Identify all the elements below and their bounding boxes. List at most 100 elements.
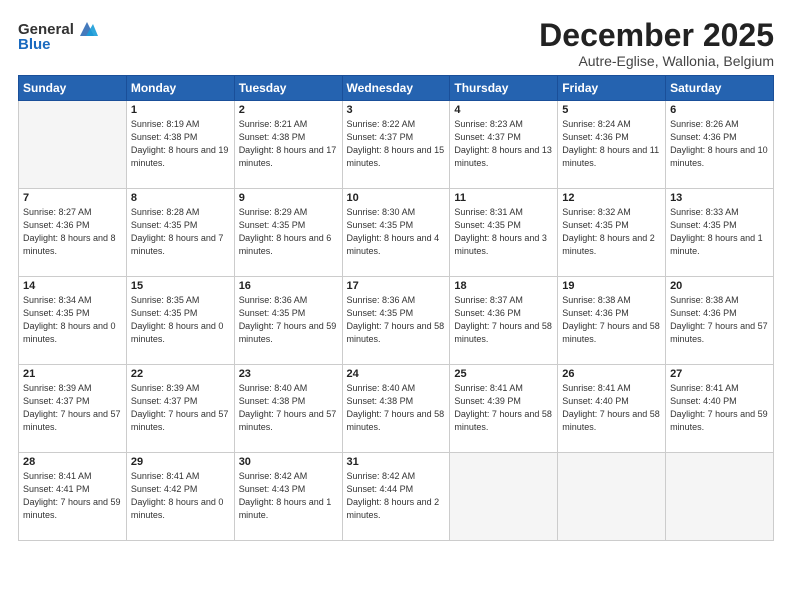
- day-number: 23: [239, 368, 338, 380]
- calendar-cell: 13 Sunrise: 8:33 AMSunset: 4:35 PMDayligh…: [666, 189, 774, 277]
- day-info: Sunrise: 8:42 AMSunset: 4:43 PMDaylight:…: [239, 470, 338, 522]
- day-info: Sunrise: 8:39 AMSunset: 4:37 PMDaylight:…: [131, 382, 230, 434]
- day-info: Sunrise: 8:40 AMSunset: 4:38 PMDaylight:…: [347, 382, 446, 434]
- title-block: December 2025 Autre-Eglise, Wallonia, Be…: [539, 18, 774, 69]
- calendar-cell: 23 Sunrise: 8:40 AMSunset: 4:38 PMDayligh…: [234, 365, 342, 453]
- col-wednesday: Wednesday: [342, 76, 450, 101]
- day-number: 29: [131, 456, 230, 468]
- page: General Blue December 2025 Autre-Eglise,…: [0, 0, 792, 612]
- day-number: 5: [562, 104, 661, 116]
- day-number: 26: [562, 368, 661, 380]
- day-info: Sunrise: 8:30 AMSunset: 4:35 PMDaylight:…: [347, 206, 446, 258]
- day-number: 10: [347, 192, 446, 204]
- day-number: 12: [562, 192, 661, 204]
- day-number: 3: [347, 104, 446, 116]
- col-saturday: Saturday: [666, 76, 774, 101]
- day-number: 9: [239, 192, 338, 204]
- day-number: 1: [131, 104, 230, 116]
- col-friday: Friday: [558, 76, 666, 101]
- calendar-cell: [19, 101, 127, 189]
- week-row-1: 1Sunrise: 8:19 AMSunset: 4:38 PMDaylight…: [19, 101, 774, 189]
- day-info: Sunrise: 8:23 AMSunset: 4:37 PMDaylight:…: [454, 118, 553, 170]
- calendar-cell: 28Sunrise: 8:41 AMSunset: 4:41 PMDayligh…: [19, 453, 127, 541]
- week-row-2: 7 Sunrise: 8:27 AMSunset: 4:36 PMDaylight…: [19, 189, 774, 277]
- day-number: 13: [670, 192, 769, 204]
- day-number: 4: [454, 104, 553, 116]
- day-info: Sunrise: 8:26 AMSunset: 4:36 PMDaylight:…: [670, 118, 769, 170]
- calendar-cell: 4 Sunrise: 8:23 AMSunset: 4:37 PMDaylight…: [450, 101, 558, 189]
- day-number: 17: [347, 280, 446, 292]
- week-row-3: 14 Sunrise: 8:34 AMSunset: 4:35 PMDayligh…: [19, 277, 774, 365]
- calendar-cell: 9 Sunrise: 8:29 AMSunset: 4:35 PMDaylight…: [234, 189, 342, 277]
- day-number: 22: [131, 368, 230, 380]
- day-number: 16: [239, 280, 338, 292]
- day-info: Sunrise: 8:39 AMSunset: 4:37 PMDaylight:…: [23, 382, 122, 434]
- calendar-cell: 12 Sunrise: 8:32 AMSunset: 4:35 PMDayligh…: [558, 189, 666, 277]
- day-info: Sunrise: 8:33 AMSunset: 4:35 PMDaylight:…: [670, 206, 769, 258]
- day-number: 14: [23, 280, 122, 292]
- col-thursday: Thursday: [450, 76, 558, 101]
- day-info: Sunrise: 8:27 AMSunset: 4:36 PMDaylight:…: [23, 206, 122, 258]
- day-info: Sunrise: 8:24 AMSunset: 4:36 PMDaylight:…: [562, 118, 661, 170]
- calendar-cell: 26Sunrise: 8:41 AMSunset: 4:40 PMDayligh…: [558, 365, 666, 453]
- calendar-cell: 22 Sunrise: 8:39 AMSunset: 4:37 PMDayligh…: [126, 365, 234, 453]
- day-number: 8: [131, 192, 230, 204]
- day-info: Sunrise: 8:42 AMSunset: 4:44 PMDaylight:…: [347, 470, 446, 522]
- day-number: 7: [23, 192, 122, 204]
- day-info: Sunrise: 8:41 AMSunset: 4:40 PMDaylight:…: [670, 382, 769, 434]
- location-title: Autre-Eglise, Wallonia, Belgium: [539, 53, 774, 69]
- calendar-cell: 27Sunrise: 8:41 AMSunset: 4:40 PMDayligh…: [666, 365, 774, 453]
- calendar-cell: 21 Sunrise: 8:39 AMSunset: 4:37 PMDayligh…: [19, 365, 127, 453]
- calendar-cell: 7 Sunrise: 8:27 AMSunset: 4:36 PMDaylight…: [19, 189, 127, 277]
- calendar-cell: 8Sunrise: 8:28 AMSunset: 4:35 PMDaylight…: [126, 189, 234, 277]
- calendar-cell: 29Sunrise: 8:41 AMSunset: 4:42 PMDayligh…: [126, 453, 234, 541]
- calendar-cell: 6 Sunrise: 8:26 AMSunset: 4:36 PMDaylight…: [666, 101, 774, 189]
- day-info: Sunrise: 8:35 AMSunset: 4:35 PMDaylight:…: [131, 294, 230, 346]
- col-sunday: Sunday: [19, 76, 127, 101]
- day-number: 18: [454, 280, 553, 292]
- calendar-cell: 17 Sunrise: 8:36 AMSunset: 4:35 PMDayligh…: [342, 277, 450, 365]
- day-info: Sunrise: 8:40 AMSunset: 4:38 PMDaylight:…: [239, 382, 338, 434]
- calendar-cell: 16 Sunrise: 8:36 AMSunset: 4:35 PMDayligh…: [234, 277, 342, 365]
- day-number: 20: [670, 280, 769, 292]
- day-number: 25: [454, 368, 553, 380]
- day-number: 30: [239, 456, 338, 468]
- day-number: 24: [347, 368, 446, 380]
- logo-blue-text: Blue: [18, 36, 51, 53]
- day-number: 11: [454, 192, 553, 204]
- day-info: Sunrise: 8:41 AMSunset: 4:39 PMDaylight:…: [454, 382, 553, 434]
- calendar-cell: 18 Sunrise: 8:37 AMSunset: 4:36 PMDayligh…: [450, 277, 558, 365]
- day-info: Sunrise: 8:38 AMSunset: 4:36 PMDaylight:…: [670, 294, 769, 346]
- calendar-cell: 1Sunrise: 8:19 AMSunset: 4:38 PMDaylight…: [126, 101, 234, 189]
- day-number: 19: [562, 280, 661, 292]
- header: General Blue December 2025 Autre-Eglise,…: [18, 18, 774, 69]
- day-info: Sunrise: 8:29 AMSunset: 4:35 PMDaylight:…: [239, 206, 338, 258]
- day-number: 2: [239, 104, 338, 116]
- day-number: 21: [23, 368, 122, 380]
- day-info: Sunrise: 8:37 AMSunset: 4:36 PMDaylight:…: [454, 294, 553, 346]
- day-info: Sunrise: 8:36 AMSunset: 4:35 PMDaylight:…: [239, 294, 338, 346]
- week-row-5: 28Sunrise: 8:41 AMSunset: 4:41 PMDayligh…: [19, 453, 774, 541]
- calendar-header-row: Sunday Monday Tuesday Wednesday Thursday…: [19, 76, 774, 101]
- calendar-cell: 24 Sunrise: 8:40 AMSunset: 4:38 PMDayligh…: [342, 365, 450, 453]
- calendar-cell: 2Sunrise: 8:21 AMSunset: 4:38 PMDaylight…: [234, 101, 342, 189]
- calendar-cell: 14 Sunrise: 8:34 AMSunset: 4:35 PMDayligh…: [19, 277, 127, 365]
- calendar-cell: 30 Sunrise: 8:42 AMSunset: 4:43 PMDayligh…: [234, 453, 342, 541]
- calendar-cell: [450, 453, 558, 541]
- day-info: Sunrise: 8:22 AMSunset: 4:37 PMDaylight:…: [347, 118, 446, 170]
- calendar-cell: [558, 453, 666, 541]
- calendar-cell: 3 Sunrise: 8:22 AMSunset: 4:37 PMDaylight…: [342, 101, 450, 189]
- month-title: December 2025: [539, 18, 774, 53]
- calendar-cell: 10 Sunrise: 8:30 AMSunset: 4:35 PMDayligh…: [342, 189, 450, 277]
- day-number: 15: [131, 280, 230, 292]
- day-info: Sunrise: 8:41 AMSunset: 4:41 PMDaylight:…: [23, 470, 122, 522]
- day-number: 6: [670, 104, 769, 116]
- calendar-cell: 19Sunrise: 8:38 AMSunset: 4:36 PMDayligh…: [558, 277, 666, 365]
- calendar-table: Sunday Monday Tuesday Wednesday Thursday…: [18, 75, 774, 541]
- day-info: Sunrise: 8:32 AMSunset: 4:35 PMDaylight:…: [562, 206, 661, 258]
- calendar-cell: 20 Sunrise: 8:38 AMSunset: 4:36 PMDayligh…: [666, 277, 774, 365]
- day-info: Sunrise: 8:34 AMSunset: 4:35 PMDaylight:…: [23, 294, 122, 346]
- calendar-cell: [666, 453, 774, 541]
- day-info: Sunrise: 8:36 AMSunset: 4:35 PMDaylight:…: [347, 294, 446, 346]
- col-monday: Monday: [126, 76, 234, 101]
